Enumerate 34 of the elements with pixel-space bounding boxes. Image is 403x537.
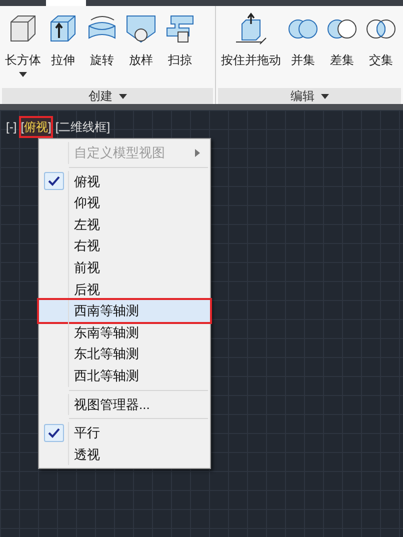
panel-title: 创建: [88, 88, 112, 105]
menu-item[interactable]: 透视: [39, 444, 210, 466]
ribbon-tool-button[interactable]: 拉伸: [44, 12, 82, 88]
submenu-arrow-icon: [195, 148, 200, 157]
menu-item[interactable]: 右视: [39, 235, 210, 257]
panel-caret-icon: [320, 94, 328, 98]
press-pull-icon: [234, 12, 268, 46]
viewport-control[interactable]: [-]: [4, 118, 19, 136]
ribbon-tool-button[interactable]: 放样: [122, 12, 160, 88]
panel-title-bar[interactable]: 创建: [2, 88, 213, 104]
panel-caret-icon: [118, 94, 126, 98]
menu-item[interactable]: 俯视: [39, 170, 210, 192]
ribbon-tool-button[interactable]: 按住并拖动: [219, 12, 283, 88]
panel-title-bar[interactable]: 编辑: [218, 88, 401, 104]
menu-item[interactable]: 平行: [39, 422, 210, 444]
ribbon-tool-button[interactable]: 扫掠: [161, 12, 199, 88]
ribbon-tool-button[interactable]: 旋转: [83, 12, 121, 88]
menu-item[interactable]: 东南等轴测: [39, 322, 210, 344]
panel-title: 编辑: [290, 88, 314, 105]
active-ribbon-tab[interactable]: [46, 0, 86, 6]
menu-item[interactable]: 仰视: [39, 192, 210, 214]
dropdown-caret-icon: [19, 72, 27, 77]
menu-item[interactable]: 视图管理器...: [39, 394, 210, 416]
viewport-control[interactable]: [二维线框]: [53, 118, 112, 136]
ribbon-tool-button[interactable]: 差集: [323, 12, 361, 88]
menu-item[interactable]: 东北等轴测: [39, 343, 210, 365]
menu-item[interactable]: 前视: [39, 256, 210, 279]
ribbon-tool-button[interactable]: 交集: [362, 12, 400, 88]
menu-item[interactable]: 左视: [39, 214, 210, 236]
ribbon-tool-button[interactable]: 长方体: [3, 12, 43, 88]
menu-item[interactable]: 西北等轴测: [39, 364, 210, 387]
ribbon-tool-button[interactable]: 并集: [284, 12, 322, 88]
viewport-control[interactable]: [俯视]: [18, 116, 54, 138]
menu-item[interactable]: 西南等轴测: [39, 300, 210, 322]
